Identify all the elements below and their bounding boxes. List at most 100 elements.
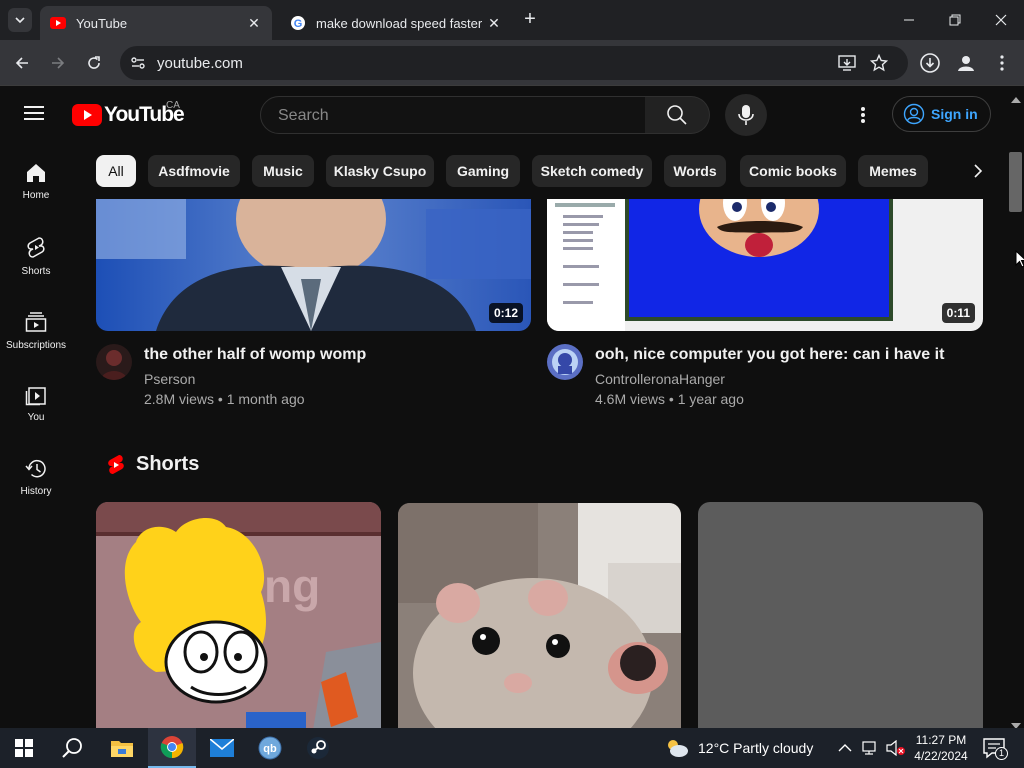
- close-tab-icon[interactable]: ✕: [486, 15, 502, 31]
- chip-memes[interactable]: Memes: [858, 155, 928, 187]
- chrome-icon: [160, 736, 184, 759]
- channel-name[interactable]: Pserson: [144, 371, 195, 387]
- chevron-right-icon: [974, 164, 983, 178]
- channel-name[interactable]: ControlleronaHanger: [595, 371, 725, 387]
- windows-logo-icon: [15, 739, 33, 757]
- short-thumbnail[interactable]: ng: [96, 502, 381, 728]
- taskbar-steam[interactable]: [294, 728, 342, 768]
- shorts-icon: [27, 237, 45, 258]
- channel-avatar[interactable]: [547, 344, 583, 380]
- profile-button[interactable]: [954, 51, 978, 75]
- search-input[interactable]: Search: [260, 96, 646, 134]
- show-hidden-icons-button[interactable]: [838, 728, 852, 768]
- shorts-logo-icon: [108, 454, 124, 474]
- new-tab-button[interactable]: +: [520, 9, 540, 30]
- restore-button[interactable]: [942, 8, 968, 32]
- minimize-icon: [904, 19, 914, 21]
- youtube-favicon-icon: [50, 15, 66, 31]
- minimize-button[interactable]: [896, 8, 922, 32]
- weather-widget[interactable]: 12°C Partly cloudy: [664, 728, 813, 768]
- search-icon: [62, 738, 82, 758]
- guide-item-home[interactable]: Home: [0, 162, 72, 201]
- video-title[interactable]: ooh, nice computer you got here: can i h…: [595, 346, 944, 364]
- volume-button[interactable]: [886, 728, 906, 768]
- hamburger-menu-icon: [24, 106, 44, 120]
- scroll-up-arrow-icon[interactable]: [1011, 90, 1021, 108]
- volume-muted-icon: [886, 740, 905, 756]
- tab-search-dropdown[interactable]: [8, 8, 32, 32]
- forward-button[interactable]: [46, 51, 70, 75]
- qbittorrent-icon: qb: [258, 736, 282, 760]
- address-bar[interactable]: youtube.com: [120, 46, 908, 80]
- clock-date: 4/22/2024: [914, 749, 968, 763]
- guide-item-history[interactable]: History: [0, 458, 72, 497]
- tab-google-search[interactable]: G make download speed faster - ✕: [280, 6, 512, 40]
- scrollbar-thumb[interactable]: [1009, 152, 1022, 212]
- bookmark-star-icon[interactable]: [869, 53, 889, 77]
- browser-menu-button[interactable]: [990, 51, 1014, 75]
- clock-time: 11:27 PM: [915, 733, 967, 747]
- guide-item-subscriptions[interactable]: Subscriptions: [0, 310, 72, 351]
- svg-text:G: G: [294, 18, 303, 30]
- guide-item-shorts[interactable]: Shorts: [0, 236, 72, 277]
- channel-avatar[interactable]: [96, 344, 132, 380]
- taskbar-search-button[interactable]: [48, 728, 96, 768]
- guide-menu-button[interactable]: [24, 104, 46, 127]
- taskbar-qbittorrent[interactable]: qb: [246, 728, 294, 768]
- chip-gaming[interactable]: Gaming: [446, 155, 520, 187]
- video-thumbnail[interactable]: 0:11: [547, 199, 983, 331]
- short-thumbnail-placeholder[interactable]: [698, 502, 983, 728]
- chip-all[interactable]: All: [96, 155, 136, 187]
- sign-in-button[interactable]: Sign in: [892, 96, 991, 132]
- voice-search-button[interactable]: [725, 94, 767, 136]
- search-icon: [667, 105, 687, 125]
- home-icon: [27, 164, 45, 182]
- chip-words[interactable]: Words: [664, 155, 726, 187]
- video-thumbnail[interactable]: 0:12: [96, 199, 531, 331]
- taskbar-mail[interactable]: [198, 728, 246, 768]
- chevron-down-icon: [15, 17, 25, 24]
- notifications-button[interactable]: 1: [982, 728, 1008, 768]
- browser-toolbar: youtube.com: [0, 40, 1024, 86]
- computer-mario-thumbnail-image: [547, 199, 983, 331]
- sign-in-label: Sign in: [931, 106, 978, 122]
- video-duration: 0:11: [941, 303, 975, 323]
- search-button[interactable]: [645, 96, 710, 134]
- microphone-icon: [738, 105, 754, 125]
- arrow-left-icon: [15, 57, 28, 69]
- install-app-icon[interactable]: [838, 54, 856, 77]
- background-decor-glyphs: ng: [264, 560, 320, 612]
- close-tab-icon[interactable]: ✕: [246, 15, 262, 31]
- chips-next-button[interactable]: [966, 159, 990, 183]
- network-icon: [862, 741, 876, 755]
- close-window-button[interactable]: [988, 8, 1014, 32]
- chip-comic-books[interactable]: Comic books: [740, 155, 846, 187]
- site-info-icon[interactable]: [130, 55, 146, 76]
- kebab-menu-icon: [1000, 55, 1004, 71]
- settings-menu-button[interactable]: [860, 106, 866, 129]
- reload-icon: [88, 56, 100, 69]
- taskbar-chrome[interactable]: [148, 728, 196, 768]
- cartoon-character-thumbnail-image: ng: [96, 502, 381, 728]
- reload-button[interactable]: [82, 51, 106, 75]
- folder-icon: [111, 741, 133, 757]
- chip-asdfmovie[interactable]: Asdfmovie: [148, 155, 240, 187]
- back-button[interactable]: [10, 51, 34, 75]
- shorts-shelf-header: Shorts: [106, 453, 199, 476]
- guide-item-you[interactable]: You: [0, 384, 72, 423]
- tab-youtube[interactable]: YouTube ✕: [40, 6, 272, 40]
- taskbar-file-explorer[interactable]: [98, 728, 146, 768]
- short-thumbnail[interactable]: [398, 503, 681, 728]
- clock[interactable]: 11:27 PM 4/22/2024: [908, 732, 974, 764]
- chip-klasky-csupo[interactable]: Klasky Csupo: [326, 155, 434, 187]
- network-status-button[interactable]: [862, 728, 880, 768]
- start-button[interactable]: [0, 728, 48, 768]
- chip-music[interactable]: Music: [252, 155, 314, 187]
- partly-cloudy-icon: [668, 740, 688, 757]
- chip-sketch-comedy[interactable]: Sketch comedy: [532, 155, 652, 187]
- video-title[interactable]: the other half of womp womp: [144, 346, 366, 364]
- downloads-button[interactable]: [918, 51, 942, 75]
- browser-tab-strip: YouTube ✕ G make download speed faster -…: [0, 0, 1024, 40]
- shorts-heading: Shorts: [136, 453, 200, 475]
- video-feed: 0:12 the other half of womp womp Pserson…: [72, 199, 1010, 728]
